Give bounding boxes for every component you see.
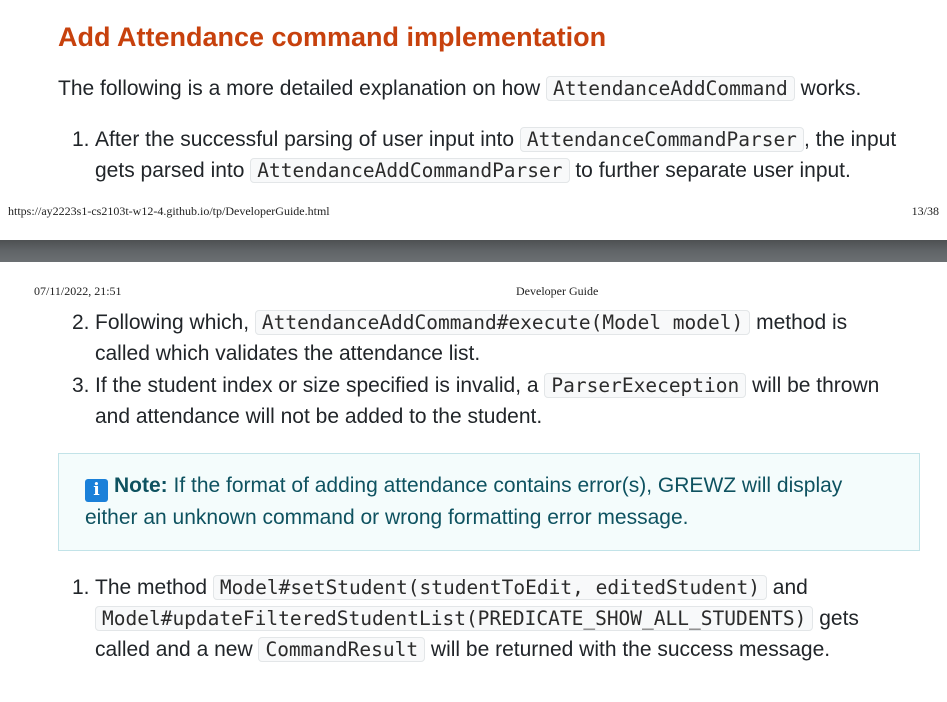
pdf-page-14: 07/11/2022, 21:51 Developer Guide 2. Fol… [0,262,947,702]
list-number: 1. [72,128,90,151]
inline-code: AttendanceAddCommand#execute(Model model… [254,310,751,335]
inline-code: AttendanceAddCommandParser [250,158,570,183]
list-number: 3. [72,374,90,397]
info-icon: i [85,479,108,502]
list-item: 3. If the student index or size specifie… [72,370,879,432]
list-item: 1. After the successful parsing of user … [72,124,896,186]
page-header-date: 07/11/2022, 21:51 [34,284,122,298]
page-header-title: Developer Guide [516,284,599,298]
page-footer-number: 13/38 [911,204,939,218]
list-number: 1. [72,576,90,599]
intro-paragraph: The following is a more detailed explana… [58,76,862,101]
list-item: 2. Following which, AttendanceAddCommand… [72,307,847,369]
list-number: 2. [72,311,90,334]
pdf-page-13: Add Attendance command implementation Th… [0,0,947,240]
note-callout: i Note: If the format of adding attendanc… [58,453,920,551]
inline-code: Model#updateFilteredStudentList(PREDICAT… [95,606,814,631]
note-label: Note: [114,474,168,497]
section-heading: Add Attendance command implementation [58,22,607,52]
inline-code: Model#setStudent(studentToEdit, editedSt… [212,575,767,600]
inline-code: ParserExeception [544,373,747,398]
inline-code: AttendanceAddCommand [546,76,795,101]
inline-code: AttendanceCommandParser [519,127,804,152]
intro-bold: more [226,77,274,100]
inline-code: CommandResult [258,637,426,662]
page-footer-url: https://ay2223s1-cs2103t-w12-4.github.io… [8,204,330,218]
list-item: 1. The method Model#setStudent(studentTo… [72,572,859,665]
page-separator [0,240,947,262]
